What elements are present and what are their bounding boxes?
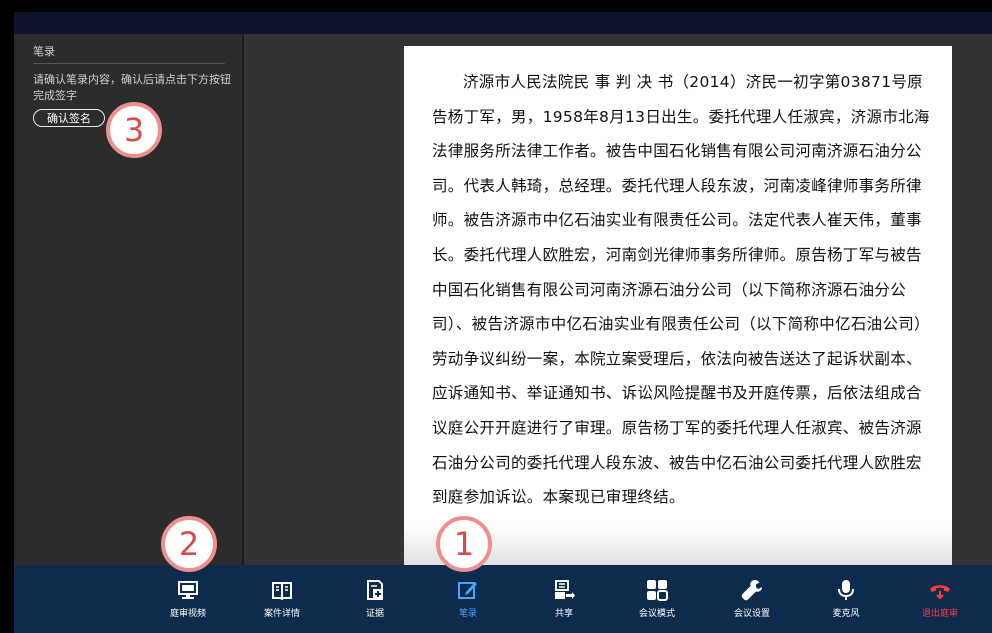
toolbar-label: 庭审视频 [169, 609, 206, 619]
toolbar-share[interactable]: 共享 [522, 573, 606, 627]
toolbar-microphone[interactable]: 麦克风 [804, 573, 888, 627]
annotation-badge-2: 2 [161, 516, 217, 572]
toolbar-trial-video[interactable]: 庭审视频 [146, 573, 230, 627]
judgment-text: 济源市人民法院民 事 判 决 书（2014）济民一初字第03871号原告杨丁军，… [432, 73, 930, 507]
document-viewer: 济源市人民法院民 事 判 决 书（2014）济民一初字第03871号原告杨丁军，… [244, 34, 992, 565]
bottom-toolbar: 庭审视频 案件详情 证据 笔录 共享 会议模式 会议设置 麦克风 退出庭审 [14, 565, 992, 633]
toolbar-meeting-mode[interactable]: 会议模式 [615, 573, 699, 627]
toolbar-label: 退出庭审 [921, 609, 958, 619]
toolbar-evidence[interactable]: 证据 [333, 573, 417, 627]
hangup-icon [930, 585, 950, 600]
evidence-add-icon [367, 580, 383, 600]
notes-panel-title: 笔录 [33, 45, 55, 58]
toolbar-notes[interactable]: 笔录 [426, 573, 510, 627]
toolbar-case-details[interactable]: 案件详情 [240, 573, 324, 627]
toolbar-label: 证据 [365, 609, 384, 619]
annotation-badge-3: 3 [106, 102, 162, 158]
share-icon [555, 580, 575, 599]
toolbar-label: 会议设置 [733, 609, 770, 619]
toolbar-exit-trial[interactable]: 退出庭审 [898, 573, 982, 627]
annotation-badge-1: 1 [436, 516, 492, 572]
toolbar-label: 共享 [554, 609, 573, 619]
top-bar [14, 12, 992, 34]
toolbar-label: 会议模式 [638, 609, 675, 619]
microphone-icon [838, 580, 854, 600]
toolbar-label: 麦克风 [832, 609, 860, 619]
toolbar-label: 笔录 [458, 609, 477, 619]
edit-note-icon [458, 582, 477, 599]
book-icon [272, 582, 292, 601]
document-page[interactable]: 济源市人民法院民 事 判 决 书（2014）济民一初字第03871号原告杨丁军，… [404, 46, 952, 565]
toolbar-label: 案件详情 [263, 609, 300, 619]
wrench-icon [741, 580, 762, 601]
confirm-sign-button[interactable]: 确认签名 [33, 109, 105, 127]
grid-mode-icon [647, 580, 668, 601]
monitor-icon [178, 581, 198, 599]
divider [33, 63, 225, 64]
toolbar-meeting-settings[interactable]: 会议设置 [710, 573, 794, 627]
sign-instruction-text: 请确认笔录内容，确认后请点击下方按钮完成签字 [33, 73, 231, 102]
